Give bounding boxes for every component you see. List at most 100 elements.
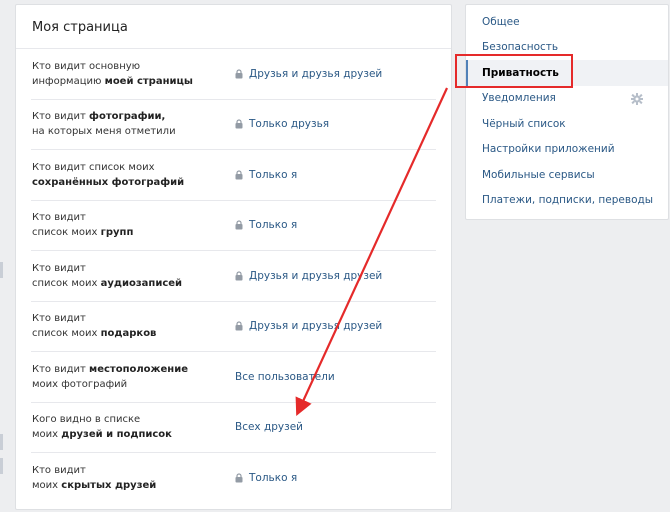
setting-label: Кто видит список моих подарков: [31, 311, 235, 341]
sidebar-item[interactable]: Приватность: [466, 60, 668, 86]
setting-label-line-1: Кто видит основную: [32, 59, 235, 74]
sidebar-item[interactable]: Мобильные сервисы: [466, 162, 668, 188]
setting-row: Кто видит местоположение моих фотографий В…: [31, 352, 436, 403]
setting-value-text: Всех друзей: [235, 421, 303, 434]
setting-label-line-2: моих скрытых друзей: [32, 478, 235, 493]
setting-row: Кто видит список моих сохранённых фотогра…: [31, 150, 436, 201]
label-bold-text: друзей и подписок: [61, 429, 172, 441]
sidebar-item-label: Безопасность: [482, 41, 559, 54]
setting-label-line-1: Кого видно в списке: [32, 412, 235, 427]
label-text: моих: [32, 480, 62, 492]
label-text: моих фотографий: [32, 378, 128, 390]
setting-label-line-1: Кто видит: [32, 261, 235, 276]
setting-label-line-1: Кто видит: [32, 311, 235, 326]
setting-value-text: Друзья и друзья друзей: [249, 67, 383, 80]
setting-label-line-1: Кто видит список моих: [32, 160, 235, 175]
setting-label: Кого видно в списке моих друзей и подписо…: [31, 412, 235, 442]
setting-value-text: Только я: [249, 168, 298, 181]
setting-label-line-1: Кто видит местоположение: [32, 362, 235, 377]
setting-value-text: Все пользователи: [235, 370, 335, 383]
setting-label: Кто видит список моих аудиозаписей: [31, 261, 235, 291]
label-bold-text: скрытых друзей: [61, 480, 157, 492]
setting-row: Кто видит список моих подарков Друзья и др…: [31, 302, 436, 352]
setting-value-text: Только я: [249, 472, 298, 485]
setting-label-line-2: на которых меня отметили: [32, 124, 235, 139]
label-text: на которых меня отметили: [32, 126, 176, 138]
sidebar-item[interactable]: Чёрный список: [466, 111, 668, 137]
setting-label-line-2: список моих аудиозаписей: [32, 276, 235, 291]
setting-value-dropdown[interactable]: Только я: [235, 472, 297, 484]
gear-icon[interactable]: [631, 92, 643, 105]
setting-value-dropdown[interactable]: Друзья и друзья друзей: [235, 270, 382, 282]
setting-label: Кто видит список моих сохранённых фотогра…: [31, 160, 235, 190]
setting-value-dropdown[interactable]: Друзья и друзья друзей: [235, 320, 382, 332]
label-bold-text: фотографии,: [89, 111, 166, 123]
lock-icon: [235, 271, 243, 281]
setting-row: Кто видит список моих аудиозаписей Друзья …: [31, 251, 436, 302]
label-text: Кто видит: [32, 465, 86, 477]
setting-value-dropdown[interactable]: Только я: [235, 169, 297, 181]
panel-title: Моя страница: [16, 5, 451, 49]
setting-row: Кто видит моих скрытых друзей Только я: [31, 453, 436, 504]
setting-label: Кто видит моих скрытых друзей: [31, 463, 235, 493]
lock-icon: [235, 119, 243, 129]
settings-sidebar: Общее Безопасность Приватность Уведомления Ч…: [465, 4, 669, 220]
label-text: информацию: [32, 75, 105, 87]
sidebar-item-label: Платежи, подписки, переводы: [482, 194, 654, 207]
sidebar-item[interactable]: Уведомления: [466, 86, 668, 112]
setting-label-line-2: моих друзей и подписок: [32, 427, 235, 442]
sidebar-item[interactable]: Общее: [466, 9, 668, 35]
left-edge-mark: [0, 262, 3, 278]
sidebar-item[interactable]: Безопасность: [466, 35, 668, 61]
sidebar-item-label: Уведомления: [482, 92, 556, 105]
label-text: Кто видит: [32, 363, 90, 375]
label-bold-text: аудиозаписей: [100, 277, 183, 289]
left-edge-mark: [0, 458, 3, 474]
privacy-settings-panel: Моя страница Кто видит основную информаци…: [15, 4, 452, 510]
label-text: моих: [32, 429, 62, 441]
setting-label-line-2: моих фотографий: [32, 377, 235, 392]
setting-label-line-1: Кто видит фотографии,: [32, 109, 235, 124]
setting-label: Кто видит основную информацию моей страни…: [31, 59, 235, 89]
label-text: список моих: [32, 227, 101, 239]
sidebar-item[interactable]: Настройки приложений: [466, 137, 668, 163]
setting-value-dropdown[interactable]: Всех друзей: [235, 421, 303, 433]
setting-label: Кто видит список моих групп: [31, 210, 235, 240]
label-bold-text: групп: [100, 227, 134, 239]
label-text: список моих: [32, 277, 101, 289]
setting-label-line-2: список моих подарков: [32, 326, 235, 341]
sidebar-item-label: Мобильные сервисы: [482, 168, 595, 181]
label-text: Кто видит основную: [32, 60, 141, 72]
setting-row: Кого видно в списке моих друзей и подписо…: [31, 403, 436, 453]
label-text: Кто видит: [32, 313, 86, 325]
setting-label-line-1: Кто видит: [32, 210, 235, 225]
setting-row: Кто видит фотографии, на которых меня отм…: [31, 100, 436, 150]
label-text: Кто видит список моих: [32, 161, 155, 173]
lock-icon: [235, 473, 243, 483]
label-bold-text: моей страницы: [104, 75, 193, 87]
lock-icon: [235, 220, 243, 230]
setting-value-dropdown[interactable]: Друзья и друзья друзей: [235, 68, 382, 80]
setting-value-text: Только друзья: [249, 118, 330, 131]
setting-label-line-2: сохранённых фотографий: [32, 175, 235, 190]
sidebar-item-label: Настройки приложений: [482, 143, 615, 156]
sidebar-item-label: Чёрный список: [482, 117, 566, 130]
setting-value-text: Только я: [249, 219, 298, 232]
label-text: Кто видит: [32, 111, 90, 123]
sidebar-item[interactable]: Платежи, подписки, переводы: [466, 188, 668, 214]
lock-icon: [235, 321, 243, 331]
label-text: Кого видно в списке: [32, 414, 141, 426]
setting-value-dropdown[interactable]: Все пользователи: [235, 371, 335, 383]
setting-label-line-2: список моих групп: [32, 225, 235, 240]
setting-label-line-1: Кто видит: [32, 463, 235, 478]
label-text: Кто видит: [32, 262, 86, 274]
sidebar-item-label: Общее: [482, 15, 520, 28]
lock-icon: [235, 170, 243, 180]
label-bold-text: подарков: [100, 328, 157, 340]
label-bold-text: местоположение: [89, 363, 188, 375]
setting-row: Кто видит список моих групп Только я: [31, 201, 436, 251]
setting-value-dropdown[interactable]: Только я: [235, 219, 297, 231]
setting-value-dropdown[interactable]: Только друзья: [235, 118, 329, 130]
sidebar-item-label: Приватность: [482, 66, 559, 79]
label-bold-text: сохранённых фотографий: [32, 176, 185, 188]
